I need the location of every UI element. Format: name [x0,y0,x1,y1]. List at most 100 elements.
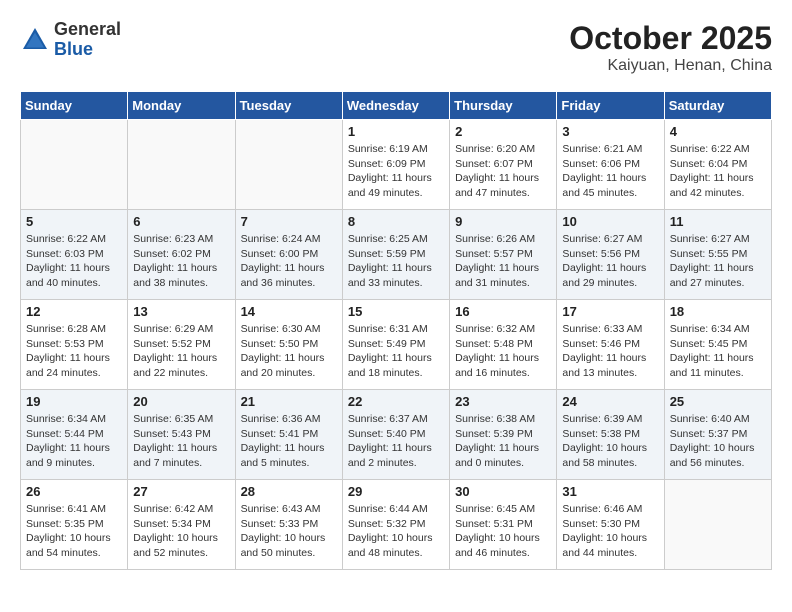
calendar-cell: 25 Sunrise: 6:40 AM Sunset: 5:37 PM Dayli… [664,390,771,480]
calendar-cell: 18 Sunrise: 6:34 AM Sunset: 5:45 PM Dayli… [664,300,771,390]
calendar-title: October 2025 [569,20,772,57]
weekday-header-sunday: Sunday [21,92,128,120]
calendar-cell: 16 Sunrise: 6:32 AM Sunset: 5:48 PM Dayli… [450,300,557,390]
calendar-cell: 24Sunrise: 6:39 AM Sunset: 5:38 PM Dayli… [557,390,664,480]
calendar-cell: 7 Sunrise: 6:24 AM Sunset: 6:00 PM Daylig… [235,210,342,300]
calendar-cell [664,480,771,570]
day-info: Sunrise: 6:31 AM Sunset: 5:49 PM Dayligh… [348,322,444,381]
weekday-header-tuesday: Tuesday [235,92,342,120]
calendar-week-row: 26 Sunrise: 6:41 AM Sunset: 5:35 PM Dayli… [21,480,772,570]
calendar-cell: 6 Sunrise: 6:23 AM Sunset: 6:02 PM Daylig… [128,210,235,300]
day-info: Sunrise: 6:41 AM Sunset: 5:35 PM Dayligh… [26,502,122,561]
calendar-cell: 5 Sunrise: 6:22 AM Sunset: 6:03 PM Daylig… [21,210,128,300]
page-header: General Blue October 2025 Kaiyuan, Henan… [20,20,772,75]
day-info: Sunrise: 6:21 AM Sunset: 6:06 PM Dayligh… [562,142,658,201]
day-info: Sunrise: 6:46 AM Sunset: 5:30 PM Dayligh… [562,502,658,561]
day-info: Sunrise: 6:34 AM Sunset: 5:45 PM Dayligh… [670,322,766,381]
calendar-cell: 9 Sunrise: 6:26 AM Sunset: 5:57 PM Daylig… [450,210,557,300]
weekday-header-row: SundayMondayTuesdayWednesdayThursdayFrid… [21,92,772,120]
calendar-cell: 4 Sunrise: 6:22 AM Sunset: 6:04 PM Daylig… [664,120,771,210]
calendar-cell: 8 Sunrise: 6:25 AM Sunset: 5:59 PM Daylig… [342,210,449,300]
calendar-cell: 27Sunrise: 6:42 AM Sunset: 5:34 PM Dayli… [128,480,235,570]
weekday-header-saturday: Saturday [664,92,771,120]
day-number: 1 [348,124,444,139]
day-number: 28 [241,484,337,499]
calendar-body: 1 Sunrise: 6:19 AM Sunset: 6:09 PM Daylig… [21,120,772,570]
logo-icon [20,25,50,55]
day-number: 19 [26,394,122,409]
calendar-cell: 26 Sunrise: 6:41 AM Sunset: 5:35 PM Dayli… [21,480,128,570]
calendar-cell: 22Sunrise: 6:37 AM Sunset: 5:40 PM Dayli… [342,390,449,480]
day-number: 6 [133,214,229,229]
logo-blue: Blue [54,40,121,60]
day-info: Sunrise: 6:42 AM Sunset: 5:34 PM Dayligh… [133,502,229,561]
day-info: Sunrise: 6:25 AM Sunset: 5:59 PM Dayligh… [348,232,444,291]
day-info: Sunrise: 6:32 AM Sunset: 5:48 PM Dayligh… [455,322,551,381]
day-info: Sunrise: 6:24 AM Sunset: 6:00 PM Dayligh… [241,232,337,291]
logo: General Blue [20,20,121,60]
day-number: 9 [455,214,551,229]
day-info: Sunrise: 6:22 AM Sunset: 6:03 PM Dayligh… [26,232,122,291]
calendar-cell: 17 Sunrise: 6:33 AM Sunset: 5:46 PM Dayli… [557,300,664,390]
calendar-cell: 21Sunrise: 6:36 AM Sunset: 5:41 PM Dayli… [235,390,342,480]
day-number: 13 [133,304,229,319]
day-number: 20 [133,394,229,409]
calendar-cell: 30Sunrise: 6:45 AM Sunset: 5:31 PM Dayli… [450,480,557,570]
day-number: 23 [455,394,551,409]
day-info: Sunrise: 6:35 AM Sunset: 5:43 PM Dayligh… [133,412,229,471]
weekday-header-monday: Monday [128,92,235,120]
day-info: Sunrise: 6:40 AM Sunset: 5:37 PM Dayligh… [670,412,766,471]
day-info: Sunrise: 6:27 AM Sunset: 5:56 PM Dayligh… [562,232,658,291]
calendar-cell: 1 Sunrise: 6:19 AM Sunset: 6:09 PM Daylig… [342,120,449,210]
day-info: Sunrise: 6:39 AM Sunset: 5:38 PM Dayligh… [562,412,658,471]
calendar-cell [128,120,235,210]
weekday-header-wednesday: Wednesday [342,92,449,120]
title-block: October 2025 Kaiyuan, Henan, China [569,20,772,75]
day-number: 26 [26,484,122,499]
day-number: 18 [670,304,766,319]
day-info: Sunrise: 6:33 AM Sunset: 5:46 PM Dayligh… [562,322,658,381]
day-info: Sunrise: 6:29 AM Sunset: 5:52 PM Dayligh… [133,322,229,381]
day-number: 4 [670,124,766,139]
logo-general: General [54,20,121,40]
day-info: Sunrise: 6:45 AM Sunset: 5:31 PM Dayligh… [455,502,551,561]
calendar-cell: 15 Sunrise: 6:31 AM Sunset: 5:49 PM Dayli… [342,300,449,390]
day-number: 15 [348,304,444,319]
calendar-subtitle: Kaiyuan, Henan, China [569,57,772,75]
calendar-cell: 11Sunrise: 6:27 AM Sunset: 5:55 PM Dayli… [664,210,771,300]
weekday-header-friday: Friday [557,92,664,120]
day-info: Sunrise: 6:20 AM Sunset: 6:07 PM Dayligh… [455,142,551,201]
calendar-cell: 2 Sunrise: 6:20 AM Sunset: 6:07 PM Daylig… [450,120,557,210]
day-number: 31 [562,484,658,499]
day-number: 16 [455,304,551,319]
calendar-cell: 14 Sunrise: 6:30 AM Sunset: 5:50 PM Dayli… [235,300,342,390]
day-number: 25 [670,394,766,409]
calendar-cell: 10Sunrise: 6:27 AM Sunset: 5:56 PM Dayli… [557,210,664,300]
day-number: 3 [562,124,658,139]
calendar-cell: 19Sunrise: 6:34 AM Sunset: 5:44 PM Dayli… [21,390,128,480]
day-number: 22 [348,394,444,409]
day-info: Sunrise: 6:27 AM Sunset: 5:55 PM Dayligh… [670,232,766,291]
day-info: Sunrise: 6:19 AM Sunset: 6:09 PM Dayligh… [348,142,444,201]
calendar-cell [235,120,342,210]
day-number: 14 [241,304,337,319]
day-number: 2 [455,124,551,139]
day-info: Sunrise: 6:26 AM Sunset: 5:57 PM Dayligh… [455,232,551,291]
calendar-cell: 23Sunrise: 6:38 AM Sunset: 5:39 PM Dayli… [450,390,557,480]
calendar-cell: 13 Sunrise: 6:29 AM Sunset: 5:52 PM Dayli… [128,300,235,390]
calendar-cell: 28Sunrise: 6:43 AM Sunset: 5:33 PM Dayli… [235,480,342,570]
day-info: Sunrise: 6:28 AM Sunset: 5:53 PM Dayligh… [26,322,122,381]
day-number: 5 [26,214,122,229]
day-info: Sunrise: 6:22 AM Sunset: 6:04 PM Dayligh… [670,142,766,201]
calendar-week-row: 1 Sunrise: 6:19 AM Sunset: 6:09 PM Daylig… [21,120,772,210]
day-number: 8 [348,214,444,229]
day-info: Sunrise: 6:23 AM Sunset: 6:02 PM Dayligh… [133,232,229,291]
day-number: 29 [348,484,444,499]
day-info: Sunrise: 6:36 AM Sunset: 5:41 PM Dayligh… [241,412,337,471]
logo-text: General Blue [54,20,121,60]
day-number: 7 [241,214,337,229]
day-info: Sunrise: 6:30 AM Sunset: 5:50 PM Dayligh… [241,322,337,381]
calendar-cell: 3 Sunrise: 6:21 AM Sunset: 6:06 PM Daylig… [557,120,664,210]
day-number: 17 [562,304,658,319]
calendar-cell: 31 Sunrise: 6:46 AM Sunset: 5:30 PM Dayli… [557,480,664,570]
